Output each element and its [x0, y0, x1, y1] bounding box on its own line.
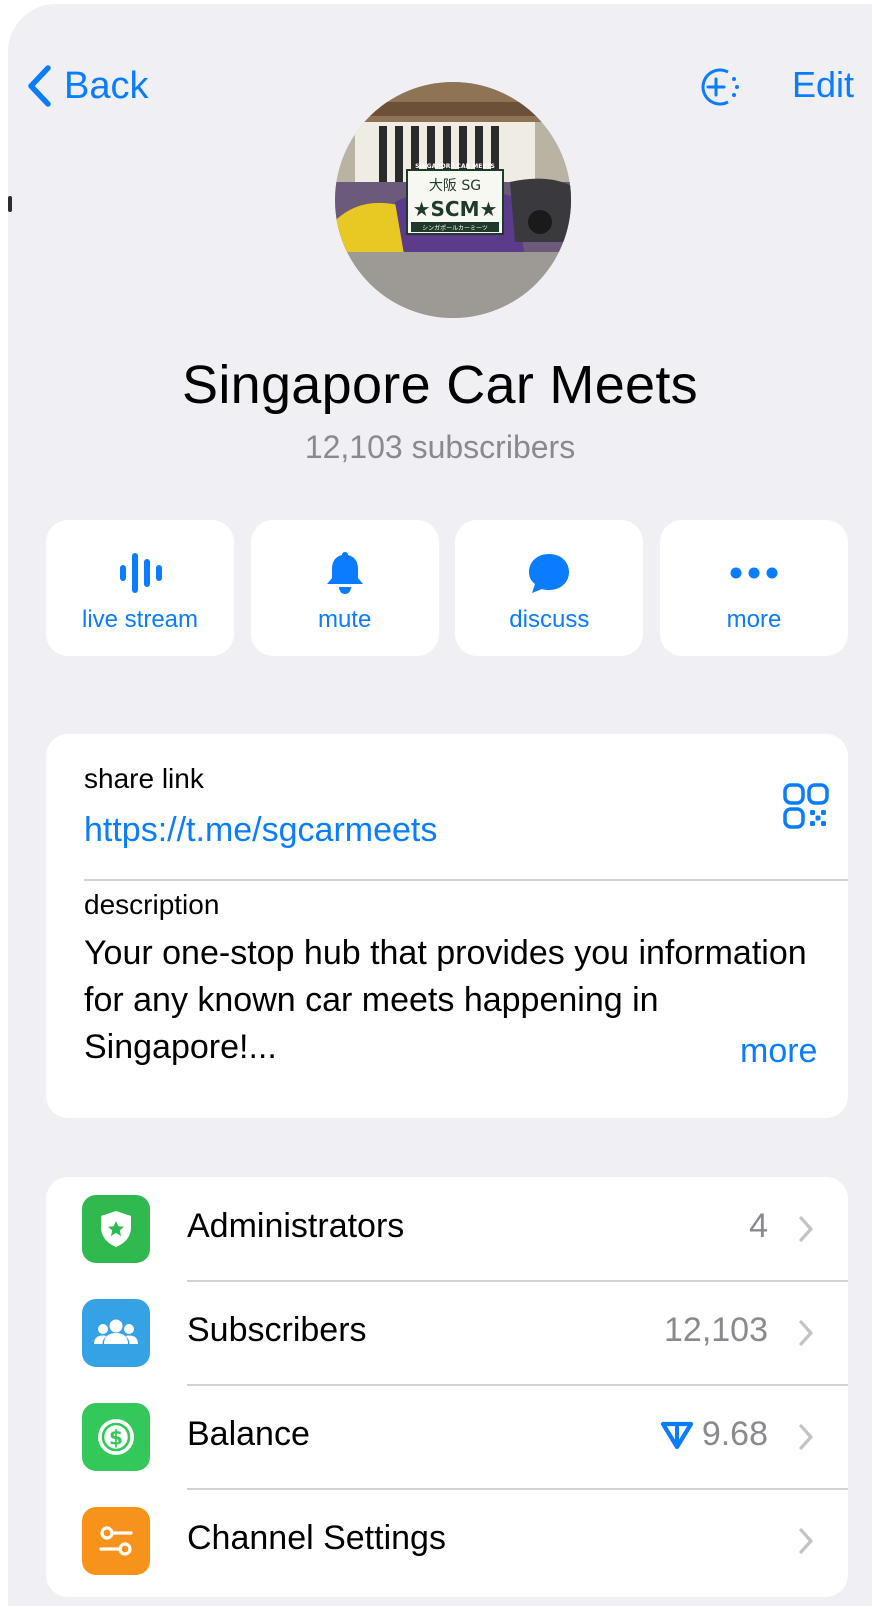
action-buttons: live stream mute discuss more	[46, 520, 848, 656]
administrators-count: 4	[749, 1207, 768, 1245]
screen-edge-marker	[8, 196, 12, 212]
subscribers-label: Subscribers	[187, 1311, 367, 1349]
channel-avatar[interactable]: SINGAPORE CAR MEETS 大阪 SG ★SCM★ シンガポールカー…	[335, 82, 571, 318]
subscribers-value: 12,103	[664, 1311, 768, 1349]
chevron-left-icon	[28, 65, 51, 107]
chevron-right-icon	[799, 1528, 813, 1554]
balance-row[interactable]: $ Balance 9.68	[46, 1385, 848, 1489]
chevron-right-icon	[799, 1424, 813, 1450]
description-label: description	[84, 889, 220, 920]
more-label: more	[726, 606, 782, 633]
qr-code-icon	[783, 783, 829, 829]
bell-icon	[326, 552, 363, 594]
avatar-plate-line1: 大阪 SG	[429, 178, 481, 194]
ellipsis-icon	[730, 567, 778, 579]
info-divider	[84, 879, 848, 881]
administrators-label: Administrators	[187, 1207, 405, 1245]
shield-star-icon	[101, 1211, 131, 1247]
avatar-plate-sub: シンガポールカーミーツ	[422, 224, 488, 232]
balance-amount: 9.68	[701, 1415, 768, 1453]
channel-info-screen: Back Edit SINGAPORE CAR MEETS 大阪 SG ★SCM…	[8, 4, 872, 1606]
avatar-plate-line2: ★SCM★	[413, 197, 498, 221]
channel-info-card: share link https://t.me/sgcarmeets descr…	[46, 734, 848, 1118]
mute-button[interactable]: mute	[250, 520, 439, 656]
administrators-row[interactable]: Administrators 4	[46, 1177, 848, 1281]
balance-label: Balance	[187, 1415, 310, 1453]
administrators-badge	[82, 1195, 150, 1263]
live-stream-label: live stream	[81, 606, 199, 633]
edit-button[interactable]: Edit	[792, 64, 854, 106]
subscriber-count: 12,103 subscribers	[304, 429, 576, 465]
toggles-icon	[99, 1526, 133, 1556]
channel-avatar-image: SINGAPORE CAR MEETS 大阪 SG ★SCM★ シンガポールカー…	[335, 82, 571, 318]
discuss-button[interactable]: discuss	[455, 520, 644, 656]
channel-settings-label: Channel Settings	[187, 1519, 446, 1557]
share-link-url[interactable]: https://t.me/sgcarmeets	[84, 811, 437, 850]
chevron-right-icon	[799, 1216, 813, 1242]
subscribers-row[interactable]: Subscribers 12,103	[46, 1281, 848, 1385]
channel-settings-badge	[82, 1507, 150, 1575]
add-story-button[interactable]	[694, 66, 744, 108]
balance-value-group: 9.68	[660, 1415, 768, 1454]
people-icon	[94, 1319, 138, 1344]
speech-bubble-icon	[529, 554, 570, 593]
qr-code-button[interactable]	[782, 782, 830, 830]
share-link-label: share link	[84, 763, 204, 794]
avatar-banner: SINGAPORE CAR MEETS	[415, 163, 495, 170]
ton-icon	[660, 1421, 693, 1449]
add-circle-icon	[701, 68, 739, 106]
svg-text:$: $	[109, 1426, 123, 1450]
channel-settings-row[interactable]: Channel Settings	[46, 1489, 848, 1593]
balance-badge: $	[82, 1403, 150, 1471]
discuss-label: discuss	[509, 606, 590, 633]
mute-label: mute	[317, 606, 372, 633]
more-button[interactable]: more	[659, 520, 848, 656]
chevron-right-icon	[799, 1320, 813, 1346]
description-text: Your one-stop hub that provides you info…	[84, 934, 807, 1066]
channel-title: Singapore Car Meets	[182, 355, 698, 415]
channel-settings-list: Administrators 4 Subscribers 12,103 $ Ba…	[46, 1177, 848, 1597]
dollar-coin-icon: $	[98, 1419, 134, 1455]
subscribers-badge	[82, 1299, 150, 1367]
back-label: Back	[64, 64, 149, 107]
live-stream-button[interactable]: live stream	[46, 520, 234, 656]
description-more-link[interactable]: more	[740, 1028, 817, 1075]
live-stream-icon	[120, 553, 162, 593]
back-button[interactable]: Back	[26, 59, 148, 113]
